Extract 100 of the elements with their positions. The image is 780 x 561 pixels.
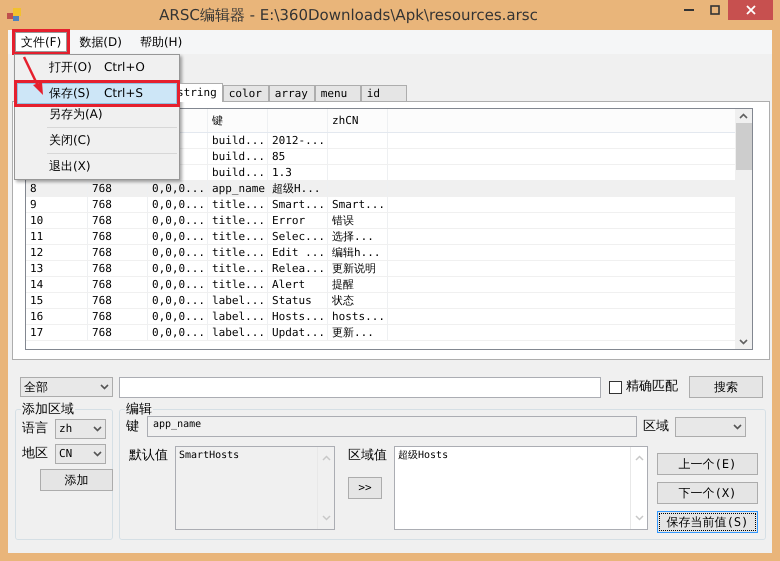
table-cell: 0,0,0... (148, 293, 208, 308)
exact-match-checkbox[interactable] (609, 380, 622, 394)
table-row[interactable]: 15 768 0,0,0... label... Status 状态 (26, 293, 735, 309)
tab[interactable]: array (268, 85, 315, 101)
close-icon (746, 5, 756, 15)
copy-button[interactable]: >> (348, 476, 382, 499)
column-header[interactable]: 键 (208, 109, 268, 132)
table-cell: label... (208, 325, 268, 340)
region-dropdown[interactable] (675, 416, 746, 436)
scrollbar[interactable] (735, 109, 752, 349)
scope-dropdown[interactable]: 全部 (20, 377, 113, 397)
table-cell: 状态 (328, 293, 388, 308)
table-cell: 12 (26, 245, 88, 260)
checkbox-label[interactable]: 精确匹配 (626, 379, 678, 395)
search-button[interactable]: 搜索 (689, 376, 763, 398)
nav-button[interactable]: 上一个(E) (657, 453, 758, 475)
table-row[interactable]: 12 768 0,0,0... title... Edit ... 编辑h... (26, 245, 735, 261)
table-cell: Hosts... (268, 309, 328, 324)
field-label: 语言 (22, 420, 49, 436)
table-cell: 768 (88, 213, 148, 228)
table-cell: 0,0,0... (148, 309, 208, 324)
table-cell: 编辑h... (328, 245, 388, 260)
dropdown-value: 全部 (24, 380, 48, 394)
table-cell: 0,0,0... (148, 229, 208, 244)
group-title: 编辑 (125, 403, 153, 416)
field-label: 区域值 (348, 447, 388, 464)
window-title: ARSC编辑器 - E:\360Downloads\Apk\resources.arsc (158, 6, 539, 24)
table-cell: 13 (26, 261, 88, 276)
table-cell: build... (208, 165, 268, 180)
table-cell: 768 (88, 309, 148, 324)
table-cell: build... (208, 133, 268, 148)
table-cell: Updat... (268, 325, 328, 340)
field-label: 默认值 (129, 447, 169, 465)
table-cell: 0,0,0... (148, 181, 208, 196)
table-cell: 768 (88, 245, 148, 260)
tab[interactable]: color (222, 85, 269, 101)
table-cell: 15 (26, 293, 88, 308)
nav-button[interactable]: 下一个(X) (657, 482, 758, 504)
table-cell: 选择... (328, 229, 388, 244)
minimize-icon (684, 9, 694, 11)
table-cell: Smart... (328, 197, 388, 212)
table-cell: 0,0,0... (148, 245, 208, 260)
field-label: 键 (126, 418, 140, 434)
table-cell: 85 (268, 149, 328, 164)
table-cell: 16 (26, 309, 88, 324)
table-row[interactable]: 11 768 0,0,0... title... Selec... 选择... (26, 229, 735, 245)
table-cell: 768 (88, 229, 148, 244)
table-cell: 768 (88, 293, 148, 308)
tab[interactable]: id (360, 85, 407, 101)
table-row[interactable]: 10 768 0,0,0... title... Error 错误 (26, 213, 735, 229)
menu-item[interactable]: 保存(S) Ctrl+S (17, 83, 177, 104)
table-cell: 错误 (328, 213, 388, 228)
annotation-arrow (22, 56, 46, 96)
menu-item[interactable]: 打开(O) Ctrl+O (17, 57, 177, 78)
menu-item[interactable]: 帮助(H) (130, 29, 192, 55)
column-header[interactable]: zhCN (328, 109, 388, 132)
table-cell: 更新... (328, 325, 388, 340)
table-row[interactable]: 16 768 0,0,0... label... Hosts... hosts... (26, 309, 735, 325)
key-field[interactable]: app_name (147, 416, 637, 437)
nav-button[interactable]: 保存当前值(S) (657, 511, 758, 533)
search-field[interactable] (119, 376, 601, 398)
group-title: 添加区域 (21, 403, 75, 416)
table-row[interactable]: 8 768 0,0,0... app_name 超级H... (26, 181, 735, 197)
add-button[interactable]: 添加 (40, 469, 113, 491)
language-dropdown[interactable]: zh (55, 418, 106, 438)
table-cell: 14 (26, 277, 88, 292)
table-row[interactable]: 14 768 0,0,0... title... Alert 提醒 (26, 277, 735, 293)
table-row[interactable]: 17 768 0,0,0... label... Updat... 更新... (26, 325, 735, 341)
table-cell: app_name (208, 181, 268, 196)
table-row[interactable]: 9 768 0,0,0... title... Smart... Smart... (26, 197, 735, 213)
table-cell: Alert (268, 277, 328, 292)
maximize-icon (710, 5, 720, 15)
field-label: 区域 (643, 418, 669, 434)
region-dropdown[interactable]: CN (55, 444, 106, 464)
table-cell: Smart... (268, 197, 328, 212)
menu-item[interactable]: 另存为(A) (17, 104, 177, 125)
tab[interactable]: menu (314, 85, 361, 101)
table-cell: title... (208, 261, 268, 276)
table-cell: 0,0,0... (148, 213, 208, 228)
menu-item[interactable]: 数据(D) (70, 29, 131, 55)
table-cell: 1.3 (268, 165, 328, 180)
table-cell: 0,0,0... (148, 325, 208, 340)
app-icon (7, 8, 21, 22)
close-button[interactable] (728, 0, 773, 20)
table-cell: 768 (88, 325, 148, 340)
menu-item[interactable]: 文件(F) (12, 29, 70, 55)
table-cell: 0,0,0... (148, 277, 208, 292)
table-cell: 768 (88, 181, 148, 196)
table-cell: title... (208, 229, 268, 244)
table-cell: 9 (26, 197, 88, 212)
table-cell: 768 (88, 277, 148, 292)
table-cell: title... (208, 277, 268, 292)
table-cell: 超级H... (268, 181, 328, 196)
table-cell: title... (208, 245, 268, 260)
table-row[interactable]: 13 768 0,0,0... title... Relea... 更新说明 (26, 261, 735, 277)
table-cell: Selec... (268, 229, 328, 244)
scrollbar-thumb[interactable] (736, 123, 752, 170)
table-cell: 8 (26, 181, 88, 196)
table-cell: 2012-... (268, 133, 328, 148)
dropdown-value: CN (59, 446, 72, 460)
